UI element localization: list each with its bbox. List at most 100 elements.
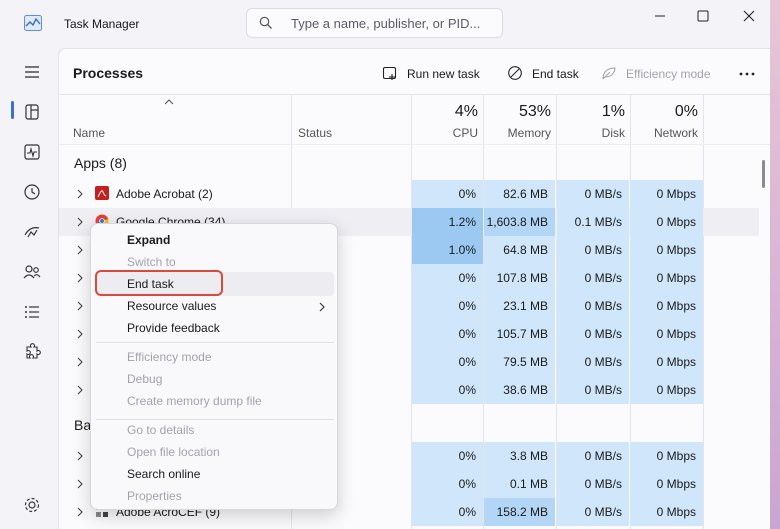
memory-cell: 0.1 MB xyxy=(484,470,555,498)
menu-item-efficiency-mode: Efficiency mode xyxy=(127,350,212,364)
end-task-icon xyxy=(508,66,522,80)
page-title: Processes xyxy=(73,65,144,81)
users-nav-icon[interactable] xyxy=(18,258,46,286)
disk-cell: 0 MB/s xyxy=(557,292,629,320)
app-title: Task Manager xyxy=(64,17,140,31)
scrollbar-thumb[interactable] xyxy=(762,160,765,188)
disk-cell: 0 MB/s xyxy=(557,376,629,404)
disk-cell: 0 MB/s xyxy=(557,236,629,264)
menu-item-switch-to: Switch to xyxy=(127,255,176,269)
settings-gear-icon[interactable] xyxy=(18,491,46,519)
chevron-right-icon[interactable] xyxy=(76,273,84,283)
chevron-right-icon[interactable] xyxy=(76,301,84,311)
chevron-right-icon[interactable] xyxy=(76,479,84,489)
maximize-button[interactable] xyxy=(688,6,718,26)
hamburger-menu-icon[interactable] xyxy=(18,58,46,86)
network-cell: 0 Mbps xyxy=(630,348,703,376)
memory-cell: 3.8 MB xyxy=(484,442,555,470)
run-task-icon xyxy=(382,66,397,80)
desktop-background-strip xyxy=(770,0,780,529)
menu-item-open-file-location: Open file location xyxy=(127,445,220,459)
disk-cell: 0 MB/s xyxy=(557,442,629,470)
cpu-total: 4% xyxy=(454,103,478,120)
memory-cell: 158.2 MB xyxy=(484,498,555,526)
column-header-disk[interactable]: Disk xyxy=(557,126,625,140)
cpu-cell: 0% xyxy=(412,320,483,348)
performance-nav-icon[interactable] xyxy=(18,138,46,166)
chevron-right-icon[interactable] xyxy=(76,451,84,461)
app-history-nav-icon[interactable] xyxy=(18,178,46,206)
column-header-memory[interactable]: Memory xyxy=(484,126,551,140)
menu-item-create-dump: Create memory dump file xyxy=(127,394,262,408)
menu-item-provide-feedback[interactable]: Provide feedback xyxy=(127,321,220,335)
chevron-right-icon[interactable] xyxy=(76,329,84,339)
search-input[interactable]: Type a name, publisher, or PID... xyxy=(246,8,503,38)
memory-cell: 107.8 MB xyxy=(484,264,555,292)
close-button[interactable] xyxy=(734,6,764,26)
column-header-name[interactable]: Name xyxy=(73,126,105,140)
menu-item-search-online[interactable]: Search online xyxy=(127,467,200,481)
end-task-toolbar-label: End task xyxy=(532,67,579,81)
cpu-cell: 0% xyxy=(412,292,483,320)
task-manager-app-icon xyxy=(24,15,42,31)
disk-total: 1% xyxy=(601,103,625,120)
chevron-right-icon xyxy=(319,302,325,312)
memory-total: 53% xyxy=(518,103,551,120)
cpu-cell: 0% xyxy=(412,348,483,376)
table-row[interactable]: Adobe Acrobat (2) 0% 82.6 MB 0 MB/s 0 Mbps xyxy=(59,180,759,208)
cpu-cell: 0% xyxy=(412,264,483,292)
details-nav-icon[interactable] xyxy=(18,298,46,326)
cpu-cell: 0% xyxy=(412,498,483,526)
process-name: Adobe Acrobat (2) xyxy=(116,187,213,201)
network-cell: 0 Mbps xyxy=(630,292,703,320)
context-menu: Expand Switch to End task Resource value… xyxy=(90,223,338,510)
menu-item-go-to-details: Go to details xyxy=(127,423,195,437)
menu-item-properties: Properties xyxy=(127,489,182,503)
disk-cell: 0 MB/s xyxy=(557,348,629,376)
chevron-right-icon[interactable] xyxy=(76,189,84,199)
search-placeholder: Type a name, publisher, or PID... xyxy=(291,16,481,31)
section-apps-label: Apps (8) xyxy=(74,155,127,171)
disk-cell: 0 MB/s xyxy=(557,498,629,526)
chevron-right-icon[interactable] xyxy=(76,245,84,255)
menu-separator xyxy=(96,419,334,420)
startup-apps-nav-icon[interactable] xyxy=(18,218,46,246)
memory-cell: 64.8 MB xyxy=(484,236,555,264)
cpu-cell: 0% xyxy=(412,470,483,498)
cpu-cell: 0% xyxy=(412,376,483,404)
chevron-right-icon[interactable] xyxy=(76,507,84,517)
memory-cell: 23.1 MB xyxy=(484,292,555,320)
memory-cell: 82.6 MB xyxy=(484,180,555,208)
column-header-status[interactable]: Status xyxy=(298,126,332,140)
memory-cell: 105.7 MB xyxy=(484,320,555,348)
chevron-right-icon[interactable] xyxy=(76,385,84,395)
disk-cell: 0 MB/s xyxy=(557,264,629,292)
disk-cell: 0 MB/s xyxy=(557,470,629,498)
run-new-task-label: Run new task xyxy=(407,67,480,81)
column-header-network[interactable]: Network xyxy=(631,126,698,140)
cpu-cell: 0% xyxy=(412,180,483,208)
disk-cell: 0.1 MB/s xyxy=(557,208,629,236)
menu-item-resource-values[interactable]: Resource values xyxy=(127,299,216,313)
cpu-cell: 1.2% xyxy=(412,208,483,236)
network-cell: 0 Mbps xyxy=(630,264,703,292)
network-cell: 0 Mbps xyxy=(630,208,703,236)
menu-item-end-task[interactable]: End task xyxy=(127,277,174,291)
menu-item-debug: Debug xyxy=(127,372,163,386)
cpu-cell: 1.0% xyxy=(412,236,483,264)
chevron-right-icon[interactable] xyxy=(76,357,84,367)
services-nav-icon[interactable] xyxy=(18,338,46,366)
network-cell: 0 Mbps xyxy=(630,320,703,348)
chevron-right-icon[interactable] xyxy=(76,217,84,227)
minimize-button[interactable] xyxy=(645,6,675,26)
menu-separator xyxy=(96,342,334,343)
more-options-icon[interactable] xyxy=(737,64,757,84)
search-icon xyxy=(259,16,272,29)
network-cell: 0 Mbps xyxy=(630,236,703,264)
processes-nav-icon[interactable] xyxy=(18,98,46,126)
menu-item-expand[interactable]: Expand xyxy=(127,233,170,247)
disk-cell: 0 MB/s xyxy=(557,180,629,208)
network-cell: 0 Mbps xyxy=(630,498,703,526)
column-header-cpu[interactable]: CPU xyxy=(412,126,478,140)
efficiency-mode-label: Efficiency mode xyxy=(626,67,711,81)
